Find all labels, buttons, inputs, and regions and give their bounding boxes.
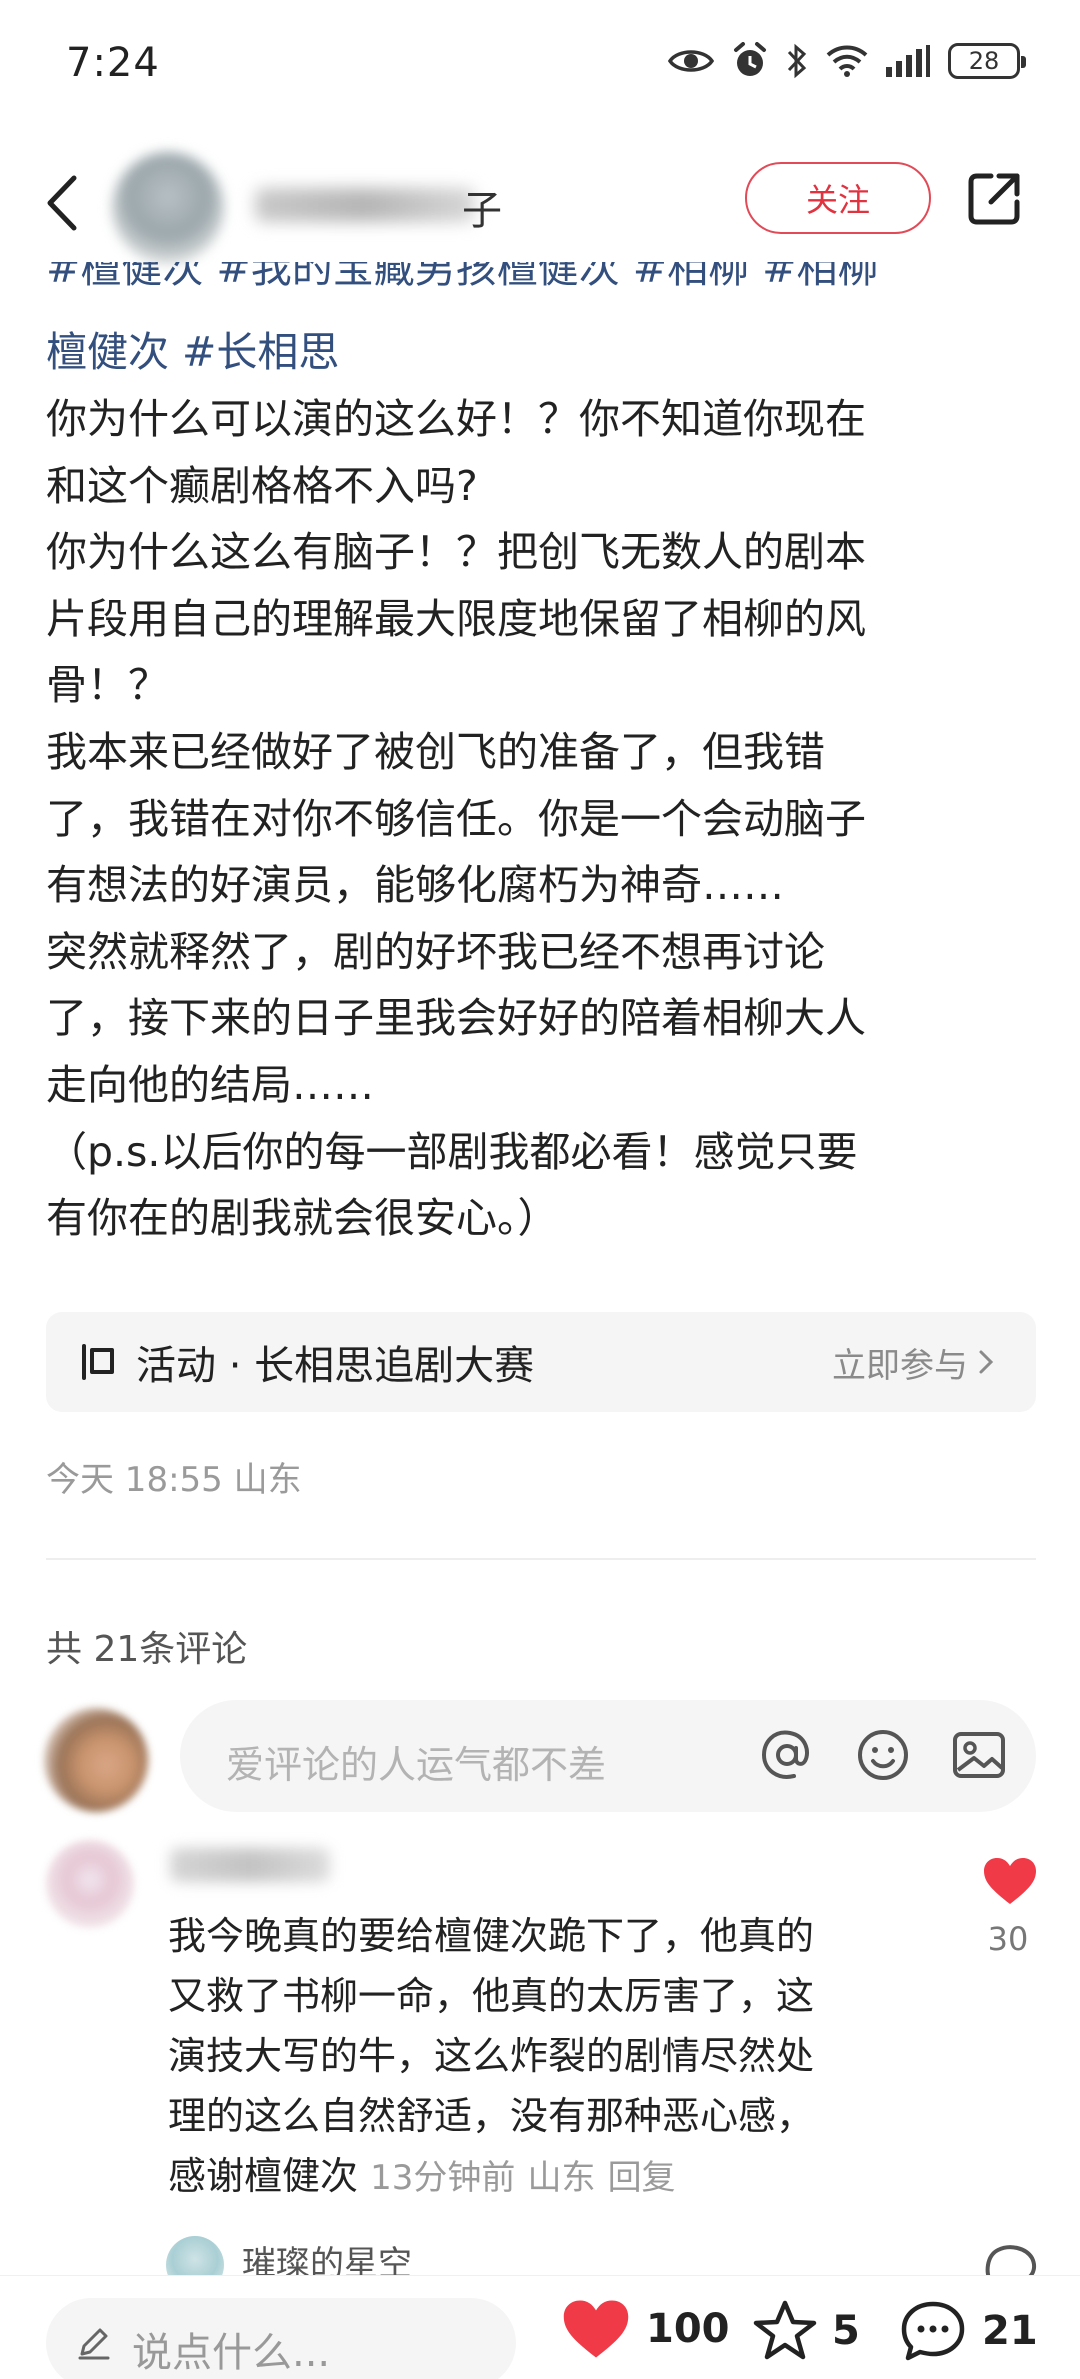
post-line: 有想法的好演员，能够化腐朽为神奇……: [46, 861, 784, 910]
author-avatar[interactable]: [112, 152, 224, 264]
activity-title: 活动 · 长相思追剧大赛: [136, 1343, 535, 1389]
author-name-blurred: [255, 188, 475, 222]
divider: [46, 1558, 1036, 1560]
post-line: 你为什么这么有脑子！？把创飞无数人的剧本: [46, 528, 866, 577]
post-line: 你为什么可以演的这么好！？你不知道你现在: [46, 395, 866, 443]
eye-icon: [668, 50, 714, 72]
post-tags-cut: #檀健次 #我的宝藏男孩檀健次 #相柳 #相柳: [46, 262, 1036, 312]
comment-action[interactable]: 21: [898, 2298, 1038, 2364]
post-timestamp-location: 今天 18:55 山东: [46, 1460, 302, 1500]
status-time: 7:24: [66, 40, 160, 86]
comment-last-line: 感谢檀健次: [168, 2154, 359, 2198]
commenter-name-blurred: [170, 1848, 330, 1882]
comment-line: 又救了书柳一命，他真的太厉害了，这: [168, 1974, 815, 2018]
image-icon[interactable]: [950, 1726, 1008, 1784]
post-line: 了，接下来的日子里我会好好的陪着相柳大人: [46, 994, 866, 1043]
join-now-link[interactable]: 立即参与: [832, 1338, 994, 1387]
post-line: 突然就释然了，剧的好坏我已经不想再讨论: [46, 927, 825, 976]
battery-indicator: 28: [948, 43, 1026, 79]
post-line: 我本来已经做好了被创飞的准备了，但我错: [46, 727, 825, 776]
comment-line: 感谢檀健次 13分钟前 山东 回复: [168, 2146, 948, 2208]
comment-input[interactable]: 爱评论的人运气都不差: [180, 1700, 1036, 1812]
comment-body: 我今晚真的要给檀健次跪下了，他真的 又救了书柳一命，他真的太厉害了，这 演技大写…: [168, 1906, 948, 2208]
my-avatar: [44, 1708, 148, 1812]
comment-location: 山东: [527, 2158, 596, 2198]
post-line: （p.s.以后你的每一部剧我都必看！感觉只要: [46, 1127, 858, 1176]
status-bar: 7:24 28: [0, 0, 1080, 130]
signal-icon: [886, 45, 930, 77]
top-navigation: 子 关注: [0, 140, 1080, 270]
emoji-icon[interactable]: [854, 1726, 912, 1784]
activity-icon: [82, 1344, 114, 1380]
comment-input-placeholder: 爱评论的人运气都不差: [226, 1743, 607, 1787]
at-mention-icon[interactable]: [758, 1726, 816, 1784]
activity-card[interactable]: 活动 · 长相思追剧大赛 立即参与: [46, 1312, 1036, 1412]
wifi-icon: [826, 45, 868, 77]
comment-line: 理的这么自然舒适，没有那种恶心感，: [168, 2094, 815, 2138]
post-line: 骨！？: [46, 661, 169, 710]
join-now-label: 立即参与: [832, 1345, 968, 1386]
post-tags[interactable]: 檀健次 #长相思: [46, 318, 339, 386]
follow-button[interactable]: 关注: [745, 162, 931, 234]
status-icons: 28: [668, 42, 1026, 80]
comment-total: 21: [982, 2308, 1038, 2354]
post-line: 片段用自己的理解最大限度地保留了相柳的风: [46, 594, 866, 643]
alarm-icon: [734, 42, 766, 76]
like-count: 100: [646, 2306, 730, 2352]
bluetooth-icon: [787, 43, 807, 79]
back-arrow-icon[interactable]: [38, 168, 88, 238]
post-line: 了，我错在对你不够信任。你是一个会动脑子: [46, 794, 866, 843]
post-line: 有你在的剧我就会很安心。）: [46, 1194, 559, 1243]
star-count: 5: [832, 2308, 860, 2354]
author-name[interactable]: 子: [462, 178, 502, 236]
comment-line: 我今晚真的要给檀健次跪下了，他真的: [168, 1914, 815, 1958]
comment-time: 13分钟前: [370, 2158, 516, 2198]
post-tags-line[interactable]: #檀健次 #我的宝藏男孩檀健次 #相柳 #相柳: [46, 262, 879, 302]
reply-button[interactable]: 回复: [608, 2158, 676, 2198]
bottom-action-bar: 说点什么... 100 5 21: [0, 2275, 1080, 2379]
comment-count: 共 21条评论: [46, 1629, 248, 1670]
like-action[interactable]: 100: [560, 2298, 730, 2360]
heart-icon[interactable]: [982, 1856, 1038, 1906]
comment-input-icons: [758, 1726, 1008, 1784]
chevron-right-icon: [979, 1350, 994, 1374]
post-body: 你为什么可以演的这么好！？你不知道你现在 和这个癫剧格格不入吗? 你为什么这么有…: [46, 386, 1036, 1252]
comment-line: 演技大写的牛，这么炸裂的剧情尽然处: [168, 2034, 815, 2078]
post-line: 走向他的结局……: [46, 1060, 374, 1109]
comment-like-count: 30: [987, 1920, 1029, 1958]
star-icon: [753, 2300, 817, 2360]
pencil-icon: [78, 2328, 110, 2360]
comment-icon: [901, 2301, 965, 2361]
commenter-avatar[interactable]: [46, 1840, 134, 1928]
post-line: 和这个癫剧格格不入吗?: [46, 461, 478, 510]
share-icon[interactable]: [965, 170, 1023, 228]
collect-action[interactable]: 5: [752, 2298, 860, 2364]
say-something-input[interactable]: 说点什么...: [46, 2298, 516, 2379]
say-something-placeholder: 说点什么...: [132, 2330, 331, 2376]
heart-icon: [563, 2300, 629, 2358]
